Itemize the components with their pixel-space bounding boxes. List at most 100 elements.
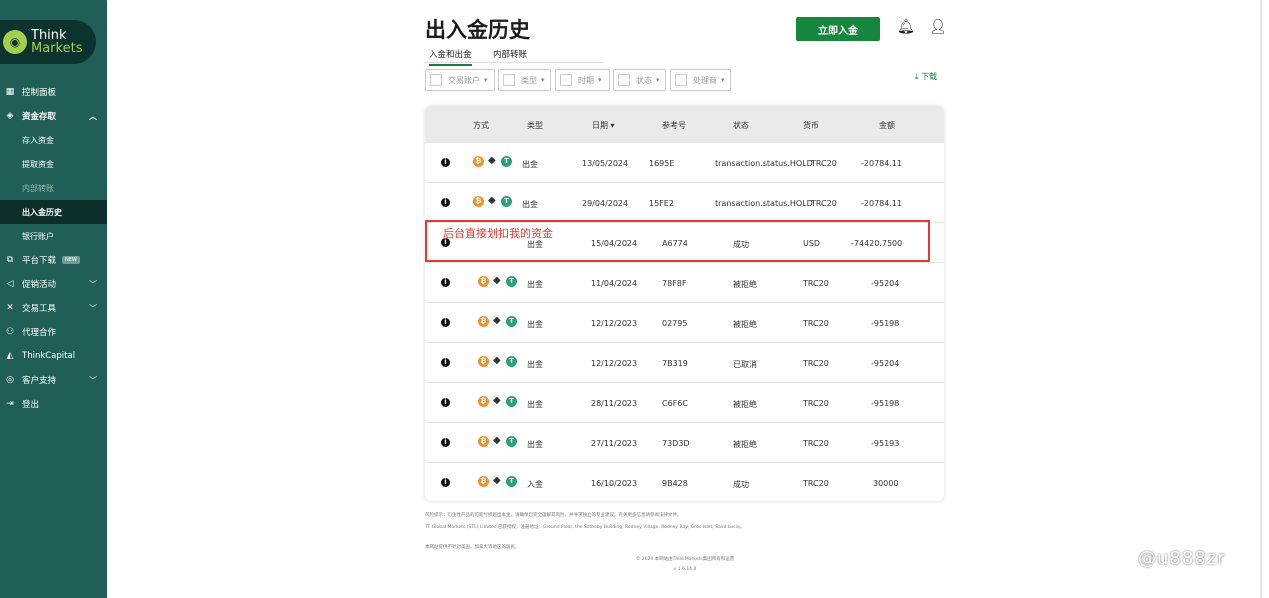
ethereum-icon: ◆ (488, 195, 496, 206)
history-table: 方式 类型 日期 ▾ 参考号 状态 货币 金额 i ₿ ◆ T 出金 13/05… (425, 106, 944, 501)
sidebar-item-deposit[interactable]: 存入资金 (0, 128, 107, 152)
tether-icon: T (506, 436, 517, 447)
filter-status[interactable]: 状态 ▾ (613, 69, 666, 91)
tab-deposits-withdrawals[interactable]: 入金和出金 (429, 48, 472, 66)
row-type: 出金 (527, 400, 543, 409)
logo-line2: Markets (31, 41, 83, 56)
sidebar-item-history[interactable]: 出入金历史 (0, 200, 107, 224)
tether-icon: T (506, 396, 517, 407)
table-row[interactable]: i ₿ ◆ T 出金 29/04/2024 15FE2 transaction.… (425, 182, 944, 223)
row-amount: -95198 (871, 319, 900, 328)
row-amount: -95198 (871, 399, 900, 408)
row-currency: TRC20 (803, 319, 829, 328)
info-icon[interactable]: i (441, 198, 450, 207)
sidebar-item-logout[interactable]: ⇥ 登出 (0, 392, 107, 416)
checkbox-icon (618, 74, 630, 86)
user-icon[interactable]: 👤︎ (929, 19, 947, 35)
sidebar-item-thinkcapital[interactable]: ◭ ThinkCapital (0, 344, 107, 368)
sidebar-item-funds[interactable]: ◈ 资金存取 ︿ (0, 104, 107, 128)
row-type: 出金 (522, 160, 538, 169)
col-method: 方式 (473, 121, 489, 130)
sidebar-item-internal-transfer[interactable]: 内部转账 (0, 176, 107, 200)
col-reference: 参考号 (662, 121, 686, 130)
row-currency: TRC20 (811, 199, 837, 208)
sidebar-item-platform-download[interactable]: ⧉ 平台下载 NEW (0, 248, 107, 272)
risk-warning: 风险提示：衍生性产品的可能亏损超出本金。请确保您完全理解其风险，并寻求独立的专业… (425, 513, 682, 518)
bell-icon[interactable]: 🔔︎ (897, 19, 915, 35)
row-date: 12/12/2023 (591, 319, 638, 328)
table-row[interactable]: i ₿ ◆ T 出金 11/04/2024 78F8F 被拒绝 TRC20 -9… (425, 262, 944, 303)
tab-internal-transfer[interactable]: 内部转账 (493, 48, 527, 60)
new-badge: NEW (62, 256, 80, 264)
info-icon[interactable]: i (441, 398, 450, 407)
checkbox-icon (503, 74, 515, 86)
row-currency: TRC20 (803, 479, 829, 488)
main-content: 出入金历史 入金和出金 内部转账 立即入金 🔔︎ 👤︎ 交易账户 ▾ 类型 ▾ 时期… (107, 0, 1269, 598)
row-ref: 78F8F (662, 279, 687, 288)
sidebar-item-withdraw[interactable]: 提取资金 (0, 152, 107, 176)
row-status: 被拒绝 (733, 280, 757, 289)
table-row[interactable]: i ₿ ◆ T 出金 12/12/2023 7B319 已取消 TRC20 -9… (425, 342, 944, 383)
filter-period[interactable]: 时期 ▾ (555, 69, 610, 91)
tether-icon: T (506, 476, 517, 487)
checkbox-icon (560, 74, 572, 86)
bitcoin-icon: ₿ (478, 396, 489, 407)
filter-type[interactable]: 类型 ▾ (498, 69, 551, 91)
info-icon[interactable]: i (441, 478, 450, 487)
page-title: 出入金历史 (425, 18, 530, 42)
tools-icon: ✕ (6, 303, 14, 313)
sidebar-item-support[interactable]: ◎ 客户支持 ﹀ (0, 368, 107, 392)
download-arrow-icon: ⤓ (915, 72, 919, 81)
download-link[interactable]: ⤓ 下载 (915, 71, 937, 82)
bitcoin-icon: ₿ (473, 156, 484, 167)
row-date: 13/05/2024 (582, 159, 629, 168)
table-row[interactable]: i ₿ ◆ T 出金 12/12/2023 02795 被拒绝 TRC20 -9… (425, 302, 944, 343)
chart-icon: ◭ (6, 351, 14, 361)
col-status: 状态 (733, 121, 749, 130)
table-header: 方式 类型 日期 ▾ 参考号 状态 货币 金额 (425, 106, 944, 142)
sidebar-item-bank[interactable]: 银行账户 (0, 224, 107, 248)
table-row[interactable]: i ₿ ◆ T 入金 16/10/2023 9B428 成功 TRC20 300… (425, 462, 944, 501)
row-type: 出金 (527, 320, 543, 329)
deposit-now-button[interactable]: 立即入金 (796, 17, 880, 41)
info-icon[interactable]: i (441, 318, 450, 327)
sidebar-item-promotions[interactable]: ◁ 促销活动 ﹀ (0, 272, 107, 296)
row-currency: TRC20 (803, 439, 829, 448)
row-status: transaction.status.HOLD (715, 199, 813, 208)
bitcoin-icon: ₿ (478, 476, 489, 487)
tether-icon: T (506, 316, 517, 327)
sidebar-item-dashboard[interactable]: ▦ 控制面板 (0, 80, 107, 104)
ethereum-icon: ◆ (493, 435, 501, 446)
info-icon[interactable]: i (441, 158, 450, 167)
sidebar: ◉ Think Markets ▦ 控制面板 ◈ 资金存取 ︿ 存入资金 提取资金 内… (0, 0, 107, 598)
info-icon[interactable]: i (441, 438, 450, 447)
col-currency: 货币 (803, 121, 819, 130)
row-ref: 7B319 (662, 359, 688, 368)
table-row[interactable]: i ₿ ◆ T 出金 28/11/2023 C6F6C 被拒绝 TRC20 -9… (425, 382, 944, 423)
row-date: 12/12/2023 (591, 359, 638, 368)
logout-icon: ⇥ (6, 399, 14, 409)
copyright: © 2024 本网站由ThinkMarkets集团所有和运营 (635, 557, 735, 562)
filter-processor[interactable]: 处理商 ▾ (670, 69, 731, 91)
filter-account[interactable]: 交易账户 ▾ (425, 69, 495, 91)
row-currency: TRC20 (811, 159, 837, 168)
chevron-down-icon: ﹀ (89, 303, 97, 313)
ethereum-icon: ◆ (493, 395, 501, 406)
support-icon: ◎ (6, 375, 14, 385)
row-date: 16/10/2023 (591, 479, 638, 488)
chevron-down-icon: ﹀ (89, 375, 97, 385)
sidebar-item-partners[interactable]: ⚇ 代理合作 (0, 320, 107, 344)
table-row[interactable]: i ₿ ◆ T 出金 27/11/2023 73D3D 被拒绝 TRC20 -9… (425, 422, 944, 463)
info-icon[interactable]: i (441, 358, 450, 367)
wallet-icon: ◈ (6, 111, 14, 121)
col-date[interactable]: 日期 ▾ (592, 120, 615, 131)
sidebar-item-tools[interactable]: ✕ 交易工具 ﹀ (0, 296, 107, 320)
ethereum-icon: ◆ (488, 155, 496, 166)
scroll-edge (1260, 0, 1262, 598)
table-row[interactable]: i ₿ ◆ T 出金 13/05/2024 1695E transaction.… (425, 142, 944, 183)
thinkmarkets-logo[interactable]: ◉ Think Markets (0, 20, 96, 64)
row-type: 出金 (527, 440, 543, 449)
row-type: 出金 (522, 200, 538, 209)
col-amount: 金额 (879, 121, 895, 130)
info-icon[interactable]: i (441, 278, 450, 287)
